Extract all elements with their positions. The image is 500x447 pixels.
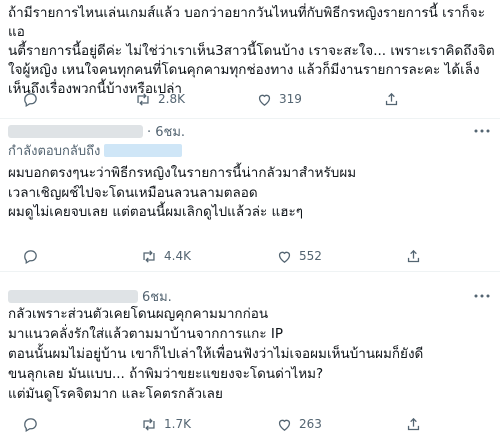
author-name-redacted[interactable]	[8, 124, 143, 138]
retweet-button[interactable]: 2.8K	[134, 88, 185, 110]
tweet-1[interactable]: ถ้ามีรายการไหนเล่นเกมส์แล้ว บอกว่าอยากวั…	[0, 0, 500, 118]
like-button[interactable]: 552	[276, 245, 322, 267]
like-count: 552	[299, 249, 322, 263]
replying-to-label: กำลังตอบกลับถึง	[8, 143, 101, 159]
heart-icon	[278, 419, 291, 431]
tweet-3[interactable]: 6ชม. กลัวเพราะส่วนตัวเคยโดนผญคุกคามมากก่…	[0, 272, 500, 447]
share-button[interactable]	[383, 88, 400, 110]
more-icon	[474, 129, 490, 133]
more-button[interactable]	[470, 286, 494, 306]
replying-to: กำลังตอบกลับถึง	[8, 140, 183, 160]
retweet-icon	[143, 417, 155, 431]
like-count: 263	[299, 417, 322, 431]
tweet-3-header: 6ชม.	[8, 286, 172, 306]
like-count: 319	[279, 92, 302, 106]
retweet-count: 2.8K	[158, 92, 185, 106]
retweet-icon	[143, 249, 155, 263]
tweet-2-text: ผมบอกตรงๆนะว่าพิธีกรหญิงในรายการนี้น่ากล…	[8, 165, 357, 220]
timestamp[interactable]: · 6ชม.	[147, 121, 185, 142]
share-icon	[407, 417, 420, 430]
tweet-1-actions: 2.8K 319	[0, 88, 500, 110]
tweet-1-text: ถ้ามีรายการไหนเล่นเกมส์แล้ว บอกว่าอยากวั…	[8, 5, 495, 97]
tweet-2-header: · 6ชม.	[8, 121, 185, 141]
reply-button[interactable]	[22, 88, 45, 110]
retweet-count: 4.4K	[164, 249, 191, 263]
tweet-3-text: กลัวเพราะส่วนตัวเคยโดนผญคุกคามมากก่อน มา…	[8, 306, 424, 402]
reply-icon	[24, 249, 37, 264]
more-button[interactable]	[470, 121, 494, 141]
tweet-3-actions: 1.7K 263	[0, 413, 500, 435]
heart-icon	[278, 251, 291, 263]
share-icon	[407, 249, 420, 262]
heart-icon	[258, 94, 271, 106]
like-button[interactable]: 263	[276, 413, 322, 435]
tweet-2-actions: 4.4K 552	[0, 245, 500, 267]
retweet-count: 1.7K	[164, 417, 191, 431]
like-button[interactable]: 319	[256, 88, 302, 110]
share-button[interactable]	[405, 413, 422, 435]
share-icon	[385, 92, 398, 105]
reply-button[interactable]	[22, 245, 45, 267]
replying-to-handle-redacted[interactable]	[104, 143, 183, 157]
retweet-button[interactable]: 1.7K	[140, 413, 191, 435]
reply-icon	[24, 92, 37, 107]
tweet-2[interactable]: · 6ชม. กำลังตอบกลับถึง ผมบอกตรงๆนะว่าพิธ…	[0, 119, 500, 271]
reply-button[interactable]	[22, 413, 45, 435]
more-icon	[474, 294, 490, 298]
share-button[interactable]	[405, 245, 422, 267]
retweet-icon	[137, 92, 149, 106]
reply-icon	[24, 417, 37, 432]
author-name-redacted[interactable]	[8, 289, 138, 303]
retweet-button[interactable]: 4.4K	[140, 245, 191, 267]
